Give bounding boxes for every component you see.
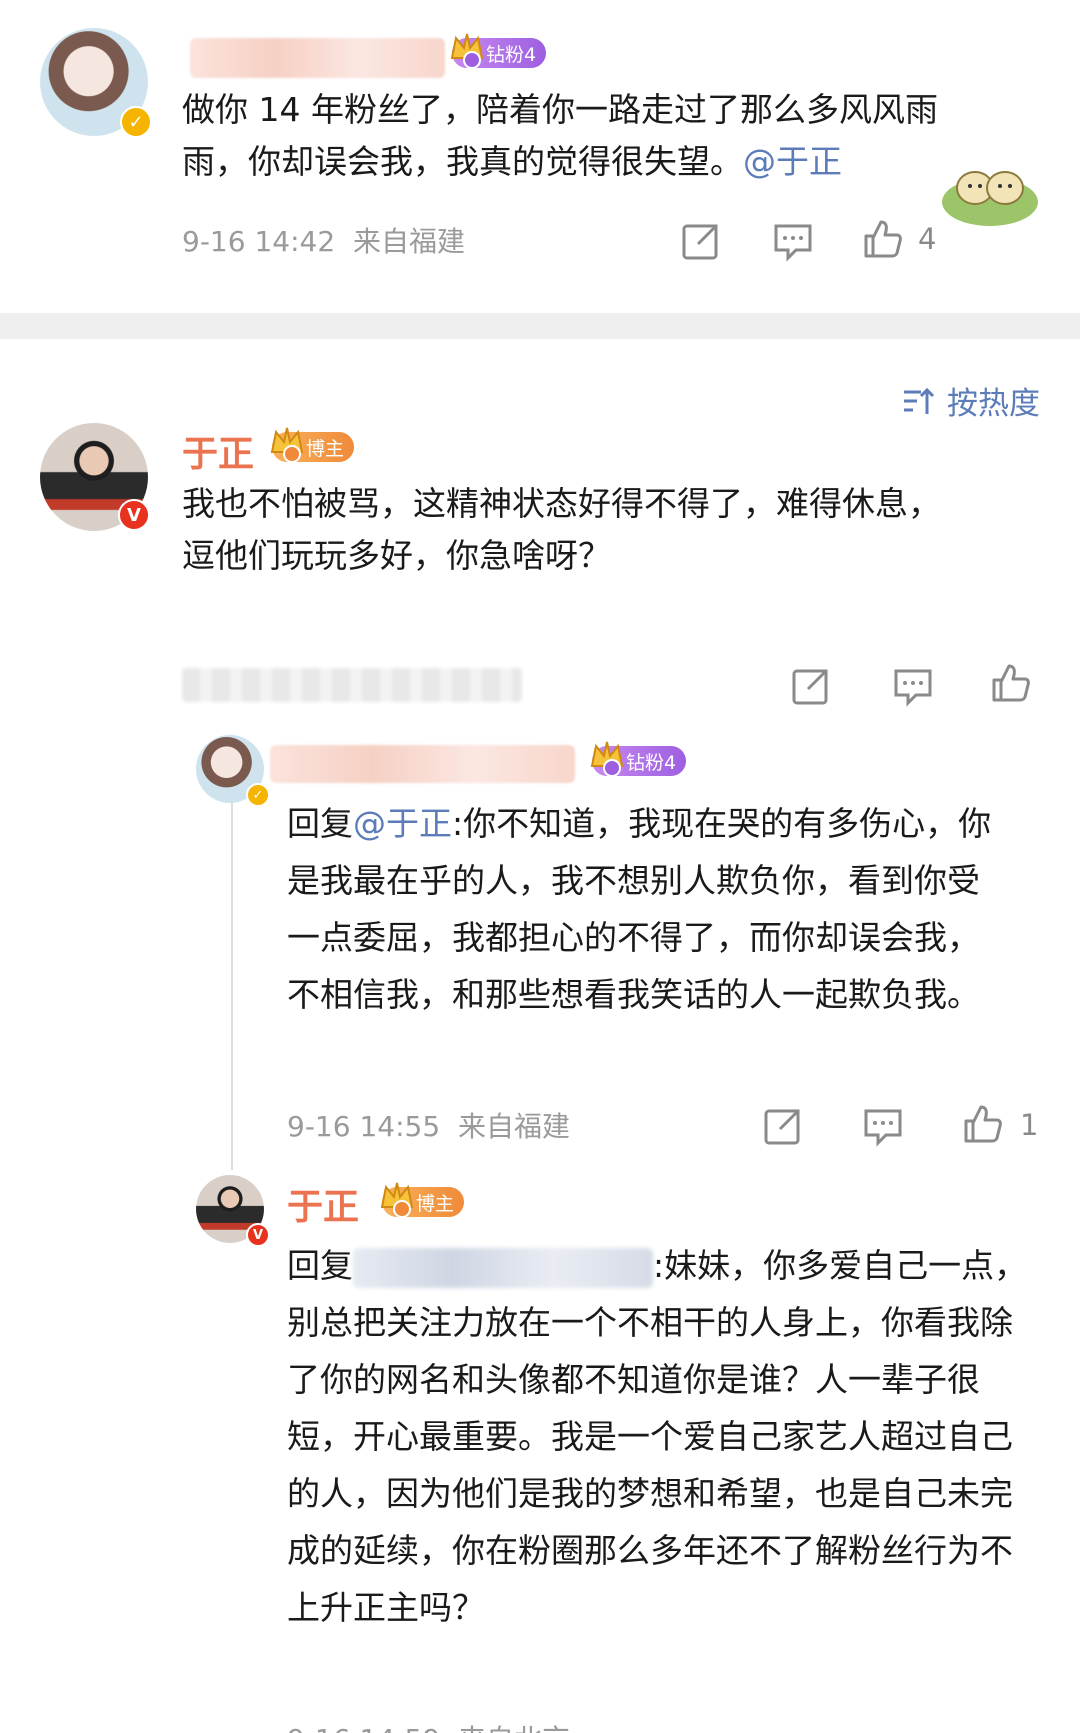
like-count: 4 (918, 222, 937, 256)
comment-icon[interactable] (862, 1105, 904, 1147)
username-blurred[interactable] (270, 745, 575, 783)
thread-line (231, 790, 233, 1170)
comment-text: 做你 14 年粉丝了，陪着你一路走过了那么多风风雨雨，你却误会我，我真的觉得很失… (182, 90, 938, 181)
verified-icon: V (246, 1223, 270, 1247)
commenter-name[interactable]: 于正 (182, 425, 254, 477)
verified-icon: V (118, 499, 150, 531)
mention-link[interactable]: @于正 (353, 804, 452, 843)
crown-icon (450, 33, 484, 69)
avatar[interactable]: V (196, 1175, 270, 1247)
fan-badge: 钻粉4 (590, 741, 687, 777)
mention-link[interactable]: @于正 (743, 142, 842, 181)
avatar[interactable]: ✓ (196, 735, 270, 807)
username-blurred[interactable] (190, 38, 445, 78)
timestamp: 9-16 14:59 来自北京 (287, 1718, 570, 1733)
share-icon[interactable] (680, 220, 722, 262)
host-badge: 博主 (380, 1182, 465, 1218)
username-blurred[interactable] (353, 1247, 653, 1288)
comment-text: 我也不怕被骂，这精神状态好得不得了，难得休息，逗他们玩玩多好，你急啥呀？ (182, 484, 941, 575)
crown-icon (590, 741, 624, 777)
like-icon[interactable] (962, 1103, 1004, 1145)
sort-icon (904, 387, 935, 414)
commenter-name[interactable]: 于正 (287, 1178, 359, 1230)
fan-badge: 钻粉4 (450, 33, 547, 69)
crown-icon (380, 1182, 414, 1218)
like-count: 1 (1020, 1108, 1039, 1142)
crown-icon (270, 427, 304, 463)
verified-icon: ✓ (246, 783, 270, 807)
reply-text: 回复@于正:你不知道，我现在哭的有多伤心，你是我最在乎的人，我不想别人欺负你，看… (287, 804, 992, 1014)
sticker-image (942, 171, 1038, 226)
like-icon[interactable] (862, 218, 904, 260)
verified-icon: ✓ (120, 106, 152, 138)
timestamp: 9-16 14:55 来自福建 (287, 1110, 570, 1143)
avatar[interactable]: V (40, 423, 150, 531)
timestamp-blurred (182, 668, 522, 702)
share-icon[interactable] (790, 665, 832, 707)
like-icon[interactable] (990, 662, 1032, 704)
timestamp: 9-16 14:42 来自福建 (182, 225, 465, 258)
avatar[interactable]: ✓ (40, 28, 152, 138)
comment-icon[interactable] (772, 220, 814, 262)
host-badge: 博主 (270, 427, 355, 463)
reply-text: 回复:妹妹，你多爱自己一点，别总把关注力放在一个不相干的人身上，你看我除了你的网… (287, 1246, 1028, 1627)
share-icon[interactable] (762, 1105, 804, 1147)
comment-icon[interactable] (892, 665, 934, 707)
section-divider (0, 313, 1080, 339)
sort-by-heat-button[interactable]: 按热度 (901, 378, 1040, 423)
